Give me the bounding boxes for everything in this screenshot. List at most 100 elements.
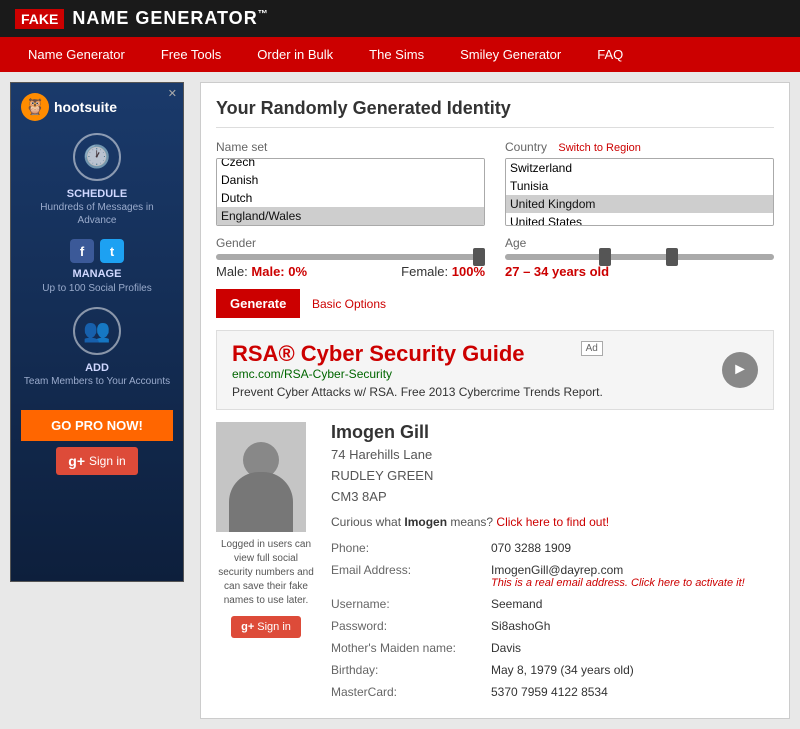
manage-sublabel: Up to 100 Social Profiles — [21, 282, 173, 295]
country-option-tunisia[interactable]: Tunisia — [506, 177, 773, 195]
avatar-signin-button[interactable]: g+ Sign in — [231, 616, 301, 638]
ad-tag: Ad — [581, 341, 603, 356]
add-label: ADD — [21, 361, 173, 375]
name-set-option-england[interactable]: England/Wales — [217, 207, 484, 225]
avatar-signin-label: Sign in — [257, 621, 291, 633]
field-label-phone: Phone: — [331, 537, 491, 559]
hootsuite-logo: 🦉 hootsuite — [21, 93, 173, 121]
age-slider-track[interactable] — [505, 254, 774, 260]
field-value-phone: 070 3288 1909 — [491, 537, 774, 559]
gender-slider-thumb[interactable] — [473, 248, 485, 266]
name-set-label: Name set — [216, 140, 485, 154]
curious-link[interactable]: Click here to find out! — [496, 515, 609, 529]
close-ad-button[interactable]: ✕ — [168, 87, 177, 100]
ad-banner-desc: Prevent Cyber Attacks w/ RSA. Free 2013 … — [232, 385, 603, 399]
field-value-birthday: May 8, 1979 (34 years old) — [491, 659, 774, 681]
add-section: 👥 ADD Team Members to Your Accounts — [21, 307, 173, 388]
person-name: Imogen Gill — [331, 422, 774, 443]
table-row: Mother's Maiden name: Davis — [331, 637, 774, 659]
sidebar-ad: ✕ 🦉 hootsuite 🕐 SCHEDULE Hundreds of Mes… — [10, 82, 184, 582]
manage-section: f t MANAGE Up to 100 Social Profiles — [21, 239, 173, 294]
google-signin-button[interactable]: g+ Sign in — [56, 447, 137, 475]
form-row-top: Name set Croatian Czech Danish Dutch Eng… — [216, 140, 774, 226]
email-note: This is a real email address. Click here… — [491, 577, 766, 589]
ad-banner: Ad RSA® Cyber Security Guide emc.com/RSA… — [216, 330, 774, 410]
country-option-us[interactable]: United States — [506, 213, 773, 226]
ad-banner-text: Ad RSA® Cyber Security Guide emc.com/RSA… — [232, 341, 603, 399]
country-option-uk[interactable]: United Kingdom — [506, 195, 773, 213]
ad-banner-url: emc.com/RSA-Cyber-Security — [232, 367, 603, 381]
go-pro-button[interactable]: GO PRO NOW! — [21, 410, 173, 441]
main-nav: Name Generator Free Tools Order in Bulk … — [0, 37, 800, 72]
fake-label: FAKE — [15, 9, 64, 29]
nav-faq[interactable]: FAQ — [579, 37, 641, 72]
curious-text: Curious what Imogen means? Click here to… — [331, 515, 774, 529]
field-label-birthday: Birthday: — [331, 659, 491, 681]
gender-label: Gender — [216, 236, 485, 250]
age-range-value: 27 – 34 years old — [505, 264, 609, 279]
facebook-icon: f — [70, 239, 94, 263]
table-row: Username: Seemand — [331, 593, 774, 615]
avatar-silhouette — [226, 442, 296, 532]
switch-to-region-link[interactable]: Switch to Region — [558, 142, 641, 154]
nav-smiley-generator[interactable]: Smiley Generator — [442, 37, 579, 72]
field-value-username: Seemand — [491, 593, 774, 615]
country-option-switzerland[interactable]: Switzerland — [506, 159, 773, 177]
address-line1: 74 Harehills Lane — [331, 445, 774, 466]
ad-banner-arrow[interactable]: ► — [722, 352, 758, 388]
name-set-select[interactable]: Croatian Czech Danish Dutch England/Wale… — [216, 158, 485, 226]
table-row: MasterCard: 5370 7959 4122 8534 — [331, 681, 774, 703]
address-line3: CM3 8AP — [331, 487, 774, 508]
age-group: Age 27 – 34 years old — [505, 236, 774, 279]
gender-group: Gender Male: Male: 0% Female: 100% — [216, 236, 485, 279]
twitter-icon: t — [100, 239, 124, 263]
gender-female-value: Female: 100% — [401, 264, 485, 279]
gender-male-value: Male: Male: 0% — [216, 264, 307, 279]
schedule-label: SCHEDULE — [21, 187, 173, 201]
table-row: Password: Si8ashoGh — [331, 615, 774, 637]
age-slider-thumb-left[interactable] — [599, 248, 611, 266]
basic-options-link[interactable]: Basic Options — [312, 297, 386, 311]
schedule-section: 🕐 SCHEDULE Hundreds of Messages in Advan… — [21, 133, 173, 227]
activate-email-link[interactable]: Click here to activate it! — [631, 577, 745, 589]
person-address: 74 Harehills Lane RUDLEY GREEN CM3 8AP — [331, 445, 774, 507]
nav-the-sims[interactable]: The Sims — [351, 37, 442, 72]
field-value-password: Si8ashoGh — [491, 615, 774, 637]
field-label-username: Username: — [331, 593, 491, 615]
field-value-maiden: Davis — [491, 637, 774, 659]
nav-free-tools[interactable]: Free Tools — [143, 37, 239, 72]
gplus-icon-2: g+ — [241, 621, 254, 633]
country-label: Country Switch to Region — [505, 140, 774, 154]
field-label-mastercard: MasterCard: — [331, 681, 491, 703]
age-label: Age — [505, 236, 774, 250]
name-set-option-danish[interactable]: Danish — [217, 171, 484, 189]
age-slider-thumb-right[interactable] — [666, 248, 678, 266]
name-set-option-czech[interactable]: Czech — [217, 158, 484, 171]
hootsuite-name: hootsuite — [54, 99, 117, 115]
nav-order-bulk[interactable]: Order in Bulk — [239, 37, 351, 72]
sidebar: ✕ 🦉 hootsuite 🕐 SCHEDULE Hundreds of Mes… — [10, 82, 190, 719]
table-row: Email Address: ImogenGill@dayrep.com Thi… — [331, 559, 774, 593]
country-group: Country Switch to Region Switzerland Tun… — [505, 140, 774, 226]
field-label-email: Email Address: — [331, 559, 491, 593]
content-area: ✕ 🦉 hootsuite 🕐 SCHEDULE Hundreds of Mes… — [0, 72, 800, 729]
avatar-image — [216, 422, 306, 532]
field-label-maiden: Mother's Maiden name: — [331, 637, 491, 659]
add-sublabel: Team Members to Your Accounts — [21, 375, 173, 388]
site-title: NAME GENERATOR™ — [72, 8, 268, 29]
table-row: Birthday: May 8, 1979 (34 years old) — [331, 659, 774, 681]
curious-name: Imogen — [404, 515, 447, 529]
page-title: Your Randomly Generated Identity — [216, 98, 774, 128]
gender-slider-track[interactable] — [216, 254, 485, 260]
field-label-password: Password: — [331, 615, 491, 637]
identity-table: Phone: 070 3288 1909 Email Address: Imog… — [331, 537, 774, 703]
name-set-group: Name set Croatian Czech Danish Dutch Eng… — [216, 140, 485, 226]
avatar-caption: Logged in users can view full social sec… — [216, 538, 316, 608]
avatar-body — [229, 472, 293, 532]
name-set-option-dutch[interactable]: Dutch — [217, 189, 484, 207]
country-select[interactable]: Switzerland Tunisia United Kingdom Unite… — [505, 158, 774, 226]
social-icons-row: f t — [21, 239, 173, 263]
ad-banner-title: RSA® Cyber Security Guide — [232, 341, 603, 367]
generate-button[interactable]: Generate — [216, 289, 300, 318]
nav-name-generator[interactable]: Name Generator — [10, 37, 143, 72]
